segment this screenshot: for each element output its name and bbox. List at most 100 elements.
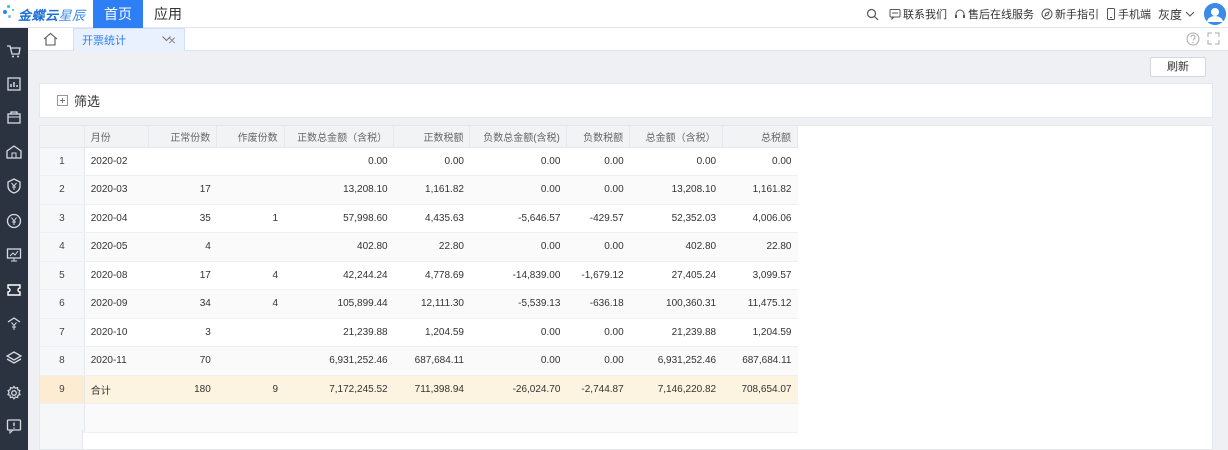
cell-total-amount[interactable]: 21,239.88: [629, 318, 723, 347]
cell-neg-tax[interactable]: 0.00: [566, 346, 630, 376]
cell-total-tax[interactable]: 3,099.57: [722, 261, 798, 290]
table-row[interactable]: 7 2020-10 3 21,239.88 1,204.59 0.00 0.00 21,239…: [40, 318, 798, 347]
nav-apps-tab[interactable]: 应用: [143, 0, 193, 28]
cell-total-tax[interactable]: 22.80: [722, 232, 798, 262]
cell-void[interactable]: 4: [216, 289, 285, 319]
column-header[interactable]: 负数总金额(含税): [469, 126, 567, 148]
sidebar-item-warehouse[interactable]: [0, 138, 28, 166]
cell-neg-amount[interactable]: 0.00: [469, 232, 567, 262]
sidebar-item-settings[interactable]: [0, 379, 28, 407]
column-header[interactable]: 正数总金额（含税）: [284, 126, 395, 148]
help-button[interactable]: [1186, 32, 1200, 49]
column-header[interactable]: 正常份数: [148, 126, 218, 148]
column-header[interactable]: 总金额（含税）: [629, 126, 723, 148]
cell-pos-amount[interactable]: 13,208.10: [284, 175, 394, 205]
cell-month[interactable]: 2020-03: [84, 175, 149, 205]
table-row[interactable]: 3 2020-04 35 1 57,998.60 4,435.63 -5,646.57 -42…: [40, 204, 798, 233]
avatar[interactable]: [1204, 3, 1226, 25]
sidebar-item-cash[interactable]: [0, 207, 28, 235]
table-row[interactable]: 4 2020-05 4 402.80 22.80 0.00 0.00 402.80 22.80: [40, 232, 798, 262]
contact-link[interactable]: 联系我们: [889, 6, 947, 22]
cell-normal[interactable]: [148, 147, 217, 176]
cell-normal[interactable]: 17: [148, 261, 217, 290]
cell-pos-tax[interactable]: 4,435.63: [393, 204, 470, 233]
cell-total-tax[interactable]: 4,006.06: [722, 204, 798, 233]
cell-neg-tax[interactable]: 0.00: [566, 318, 630, 347]
cell-pos-tax[interactable]: 1,204.59: [393, 318, 470, 347]
cell-normal[interactable]: 35: [148, 204, 217, 233]
cell-total-tax[interactable]: 708,654.07: [722, 375, 798, 404]
sidebar-item-messages[interactable]: [0, 412, 28, 440]
cell-neg-amount[interactable]: -26,024.70: [469, 375, 567, 404]
column-header[interactable]: 总税额: [722, 126, 799, 148]
cell-neg-amount[interactable]: -14,839.00: [469, 261, 567, 290]
cell-pos-amount[interactable]: 105,899.44: [284, 289, 394, 319]
cell-void[interactable]: [216, 175, 285, 205]
cell-normal[interactable]: 4: [148, 232, 217, 262]
column-header[interactable]: 正数税额: [393, 126, 471, 148]
cell-month[interactable]: 合计: [84, 375, 149, 404]
cell-total-tax[interactable]: 11,475.12: [722, 289, 798, 319]
cell-total-tax[interactable]: 687,684.11: [722, 346, 798, 376]
sidebar-item-analytics[interactable]: [0, 241, 28, 269]
cell-month[interactable]: 2020-09: [84, 289, 149, 319]
cell-total-amount[interactable]: 52,352.03: [629, 204, 723, 233]
tab-list-dropdown[interactable]: [161, 33, 172, 47]
cell-neg-tax[interactable]: -636.18: [566, 289, 630, 319]
sidebar-item-invoice[interactable]: [0, 276, 28, 304]
filter-panel[interactable]: 筛选: [39, 83, 1213, 118]
cell-month[interactable]: 2020-05: [84, 232, 149, 262]
cell-pos-tax[interactable]: 4,778.69: [393, 261, 470, 290]
cell-total-tax[interactable]: 1,161.82: [722, 175, 798, 205]
cell-pos-tax[interactable]: 711,398.94: [393, 375, 470, 404]
expand-plus-icon[interactable]: [57, 95, 68, 106]
cell-pos-amount[interactable]: 0.00: [284, 147, 394, 176]
support-link[interactable]: 售后在线服务: [954, 6, 1034, 22]
cell-pos-tax[interactable]: 0.00: [393, 147, 470, 176]
sidebar-item-finance[interactable]: [0, 172, 28, 200]
cell-month[interactable]: 2020-10: [84, 318, 149, 347]
cell-total-amount[interactable]: 402.80: [629, 232, 723, 262]
sidebar-item-inventory[interactable]: [0, 344, 28, 372]
cell-normal[interactable]: 17: [148, 175, 217, 205]
cell-void[interactable]: [216, 318, 285, 347]
cell-void[interactable]: 9: [216, 375, 285, 404]
search-button[interactable]: [866, 8, 881, 21]
nav-home-tab[interactable]: 首页: [93, 0, 143, 28]
cell-pos-amount[interactable]: 402.80: [284, 232, 394, 262]
cell-void[interactable]: [216, 346, 285, 376]
refresh-button[interactable]: 刷新: [1150, 57, 1206, 77]
cell-total-tax[interactable]: 1,204.59: [722, 318, 798, 347]
cell-neg-tax[interactable]: 0.00: [566, 147, 630, 176]
sidebar-item-report[interactable]: [0, 70, 28, 98]
user-menu[interactable]: 灰度: [1158, 6, 1197, 23]
table-row[interactable]: 1 2020-02 0.00 0.00 0.00 0.00 0.00 0.00: [40, 147, 798, 176]
cell-pos-tax[interactable]: 687,684.11: [393, 346, 470, 376]
cell-void[interactable]: 4: [216, 261, 285, 290]
cell-neg-tax[interactable]: -2,744.87: [566, 375, 630, 404]
cell-pos-amount[interactable]: 57,998.60: [284, 204, 394, 233]
sidebar-item-tax[interactable]: [0, 310, 28, 338]
column-header[interactable]: 作废份数: [216, 126, 285, 148]
cell-void[interactable]: [216, 232, 285, 262]
home-tab-button[interactable]: [42, 31, 59, 48]
cell-pos-tax[interactable]: 1,161.82: [393, 175, 470, 205]
cell-neg-amount[interactable]: -5,646.57: [469, 204, 567, 233]
cell-total-amount[interactable]: 100,360.31: [629, 289, 723, 319]
column-header[interactable]: 月份: [84, 126, 150, 148]
cell-month[interactable]: 2020-02: [84, 147, 149, 176]
sidebar-item-bag[interactable]: [0, 103, 28, 131]
mobile-link[interactable]: 手机端: [1106, 6, 1151, 22]
cell-month[interactable]: 2020-11: [84, 346, 149, 376]
cell-void[interactable]: [216, 147, 285, 176]
cell-neg-amount[interactable]: -5,539.13: [469, 289, 567, 319]
cell-neg-amount[interactable]: 0.00: [469, 346, 567, 376]
app-logo[interactable]: 金蝶云星辰: [0, 0, 93, 28]
cell-month[interactable]: 2020-04: [84, 204, 149, 233]
table-row[interactable]: 6 2020-09 34 4 105,899.44 12,111.30 -5,539.13-…: [40, 289, 798, 319]
cell-total-amount[interactable]: 13,208.10: [629, 175, 723, 205]
fullscreen-button[interactable]: [1207, 32, 1220, 48]
table-total-row[interactable]: 9 合计 180 9 7,172,245.52 711,398.94 -26,024.70-…: [40, 375, 798, 404]
sidebar-item-cart[interactable]: [0, 37, 28, 65]
cell-total-amount[interactable]: 6,931,252.46: [629, 346, 723, 376]
